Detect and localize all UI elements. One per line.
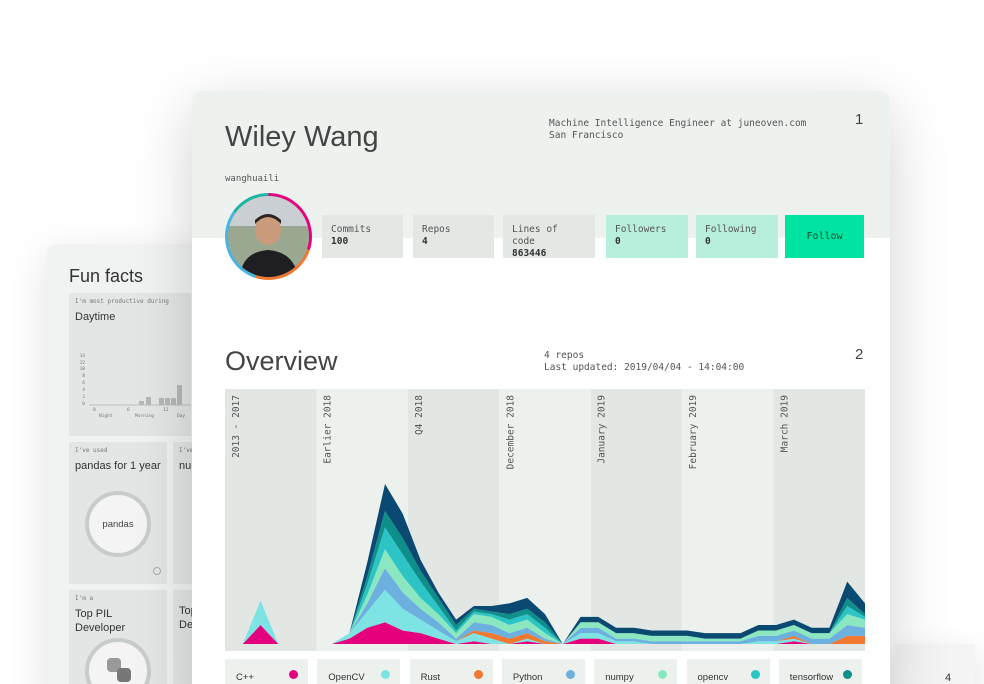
legend-label: opencv	[697, 672, 729, 683]
avatar	[225, 193, 312, 280]
x-label-night: Night	[99, 413, 113, 419]
legend-item-python[interactable]: Python	[501, 659, 585, 684]
productive-tile: I'm most productive during Daytime 14 12…	[69, 293, 191, 436]
pandas-value: pandas for 1 year	[75, 460, 161, 472]
hour-bar	[171, 398, 176, 405]
legend-item-opencv[interactable]: OpenCV	[317, 659, 401, 684]
stat-following[interactable]: Following 0	[696, 215, 778, 258]
hour-bar	[139, 401, 144, 405]
legend-color-dot	[381, 670, 391, 679]
y-tick: 0	[82, 401, 85, 407]
avatar-photo	[228, 196, 309, 277]
pil-value: Top PIL Developer	[75, 608, 126, 634]
y-tick: 6	[82, 380, 85, 386]
profile-username: wanghuaili	[225, 174, 280, 184]
y-tick: 2	[82, 394, 85, 400]
repo-count: 4 repos	[544, 350, 585, 361]
legend-item-c-[interactable]: C++	[225, 659, 308, 684]
x-tick: 0	[93, 407, 96, 413]
follow-button[interactable]: Follow	[785, 215, 864, 258]
profile-card: Wiley Wang wanghuaili Machine Intelligen…	[192, 91, 890, 684]
legend-label: Rust	[420, 672, 441, 683]
productive-label: I'm most productive during	[75, 298, 169, 305]
productive-chart: 14 12 10 8 6 4 2 0 0 6 12 Night Morning …	[80, 353, 191, 419]
x-label-morning: Morning	[135, 413, 154, 419]
chart-legend: C++ OpenCV Rust Python numpy opencv tensorflow	[225, 659, 865, 684]
legend-label: numpy	[605, 672, 634, 683]
period-label: March 2019	[780, 395, 791, 452]
period-label: 2013 - 2017	[231, 395, 242, 458]
y-tick: 4	[82, 387, 85, 393]
profile-name: Wiley Wang	[225, 121, 379, 153]
last-updated: Last updated: 2019/04/04 - 14:04:00	[544, 362, 745, 373]
section-number: 1	[855, 111, 864, 128]
profile-job: Machine Intelligence Engineer at juneove…	[549, 118, 806, 142]
stat-followers[interactable]: Followers 0	[606, 215, 688, 258]
legend-color-dot	[565, 670, 575, 679]
productive-value: Daytime	[75, 311, 116, 323]
python-logo-icon	[85, 638, 151, 684]
legend-color-dot	[658, 670, 668, 679]
pandas-circle-label: pandas	[102, 518, 134, 530]
y-tick: 8	[82, 373, 85, 379]
x-tick: 6	[127, 407, 130, 413]
overview-stream-chart: 2013 - 2017 Earlier 2018 Q4 2018 December 2…	[225, 389, 865, 651]
legend-item-numpy[interactable]: numpy	[594, 659, 678, 684]
period-label: January 2019	[597, 395, 608, 464]
hour-bar	[177, 385, 182, 405]
legend-item-tensorflow[interactable]: tensorflow	[778, 659, 862, 684]
x-label-day: Day	[177, 413, 185, 419]
period-label: Earlier 2018	[322, 395, 333, 464]
stat-repos: Repos 4	[413, 215, 494, 258]
legend-color-dot	[289, 670, 298, 679]
legend-color-dot	[750, 670, 760, 679]
hour-bar	[159, 398, 164, 405]
period-label: February 2019	[688, 395, 699, 470]
job-location: San Francisco	[549, 130, 624, 141]
y-tick: 12	[80, 360, 86, 366]
fun-facts-title: Fun facts	[69, 266, 144, 286]
legend-color-dot	[473, 670, 483, 679]
y-tick: 14	[80, 353, 86, 359]
pil-tile: I'm a Top PIL Developer	[69, 590, 167, 684]
period-label: December 2018	[505, 395, 516, 470]
stat-lines-of-code: Lines of code 863446	[503, 215, 595, 259]
section-4-card: 4	[895, 644, 975, 684]
legend-label: Python	[512, 672, 543, 683]
pandas-tile: I've used pandas for 1 year pandas	[69, 442, 167, 584]
legend-item-opencv[interactable]: opencv	[686, 659, 770, 684]
pandas-circle: pandas	[85, 491, 151, 557]
info-icon[interactable]	[153, 567, 161, 575]
y-tick: 10	[80, 366, 86, 372]
legend-label: C++	[236, 672, 254, 683]
x-tick: 12	[163, 407, 169, 413]
hour-bar	[146, 397, 151, 405]
overview-meta: 4 repos Last updated: 2019/04/04 - 14:04…	[544, 350, 744, 374]
overview-title: Overview	[225, 346, 338, 376]
pandas-label: I've used	[75, 447, 108, 454]
hour-bar	[165, 398, 170, 405]
legend-item-rust[interactable]: Rust	[409, 659, 493, 684]
pil-label: I'm a	[75, 595, 94, 602]
section-number: 4	[945, 672, 952, 684]
legend-label: OpenCV	[328, 672, 365, 683]
job-title: Machine Intelligence Engineer at juneove…	[549, 118, 807, 129]
legend-label: tensorflow	[789, 672, 834, 683]
section-number: 2	[855, 346, 864, 363]
legend-color-dot	[842, 670, 852, 679]
period-label: Q4 2018	[414, 395, 425, 435]
stat-commits: Commits 100	[322, 215, 403, 258]
